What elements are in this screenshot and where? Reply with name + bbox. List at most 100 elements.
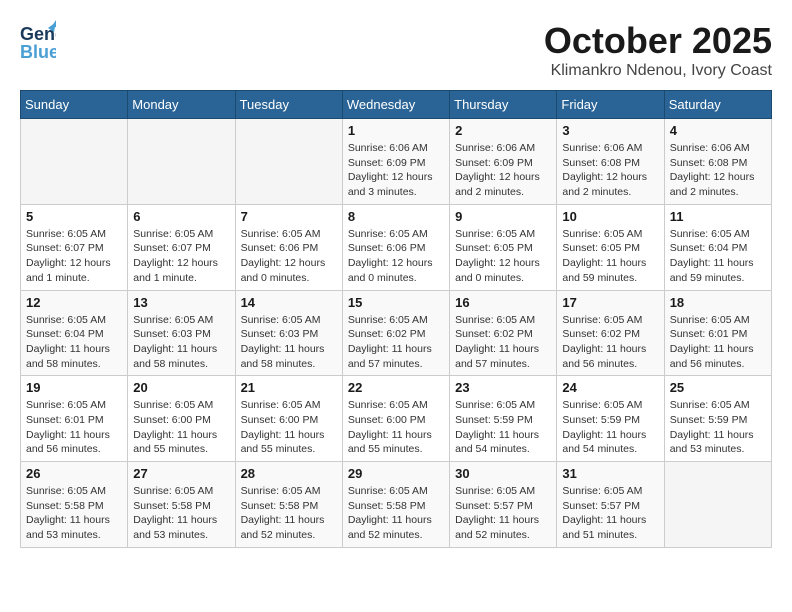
calendar-cell: 29 Sunrise: 6:05 AM Sunset: 5:58 PM Dayli… bbox=[342, 462, 449, 548]
calendar-cell: 24Sunrise: 6:05 AM Sunset: 5:59 PM Dayli… bbox=[557, 376, 664, 462]
day-number: 20 bbox=[133, 380, 229, 395]
subtitle: Klimankro Ndenou, Ivory Coast bbox=[544, 62, 772, 80]
title-area: October 2025 Klimankro Ndenou, Ivory Coa… bbox=[544, 20, 772, 80]
logo-icon: General Blue bbox=[20, 20, 56, 69]
day-number: 22 bbox=[348, 380, 444, 395]
day-number: 31 bbox=[562, 466, 658, 481]
week-row-3: 12Sunrise: 6:05 AM Sunset: 6:04 PM Dayli… bbox=[21, 290, 772, 376]
day-number: 10 bbox=[562, 209, 658, 224]
calendar-cell: 30 Sunrise: 6:05 AM Sunset: 5:57 PM Dayli… bbox=[450, 462, 557, 548]
calendar-cell: 12Sunrise: 6:05 AM Sunset: 6:04 PM Dayli… bbox=[21, 290, 128, 376]
week-row-5: 26 Sunrise: 6:05 AM Sunset: 5:58 PM Dayli… bbox=[21, 462, 772, 548]
day-number: 25 bbox=[670, 380, 766, 395]
calendar-cell: 17Sunrise: 6:05 AM Sunset: 6:02 PM Dayli… bbox=[557, 290, 664, 376]
day-number: 12 bbox=[26, 295, 122, 310]
day-info: Sunrise: 6:05 AM Sunset: 6:06 PM Dayligh… bbox=[241, 227, 337, 286]
day-info: Sunrise: 6:05 AM Sunset: 6:05 PM Dayligh… bbox=[455, 227, 551, 286]
weekday-header-tuesday: Tuesday bbox=[235, 91, 342, 119]
logo: General Blue bbox=[20, 20, 56, 69]
calendar-cell: 28 Sunrise: 6:05 AM Sunset: 5:58 PM Dayli… bbox=[235, 462, 342, 548]
svg-text:Blue: Blue bbox=[20, 42, 56, 62]
day-info: Sunrise: 6:05 AM Sunset: 5:57 PM Dayligh… bbox=[562, 484, 658, 543]
day-info: Sunrise: 6:05 AM Sunset: 6:01 PM Dayligh… bbox=[26, 398, 122, 457]
day-info: Sunrise: 6:05 AM Sunset: 6:02 PM Dayligh… bbox=[562, 313, 658, 372]
calendar-cell: 5Sunrise: 6:05 AM Sunset: 6:07 PM Daylig… bbox=[21, 204, 128, 290]
day-number: 18 bbox=[670, 295, 766, 310]
day-number: 27 bbox=[133, 466, 229, 481]
weekday-header-row: SundayMondayTuesdayWednesdayThursdayFrid… bbox=[21, 91, 772, 119]
day-number: 6 bbox=[133, 209, 229, 224]
week-row-1: 1 Sunrise: 6:06 AM Sunset: 6:09 PM Daylig… bbox=[21, 119, 772, 205]
day-info: Sunrise: 6:05 AM Sunset: 6:00 PM Dayligh… bbox=[133, 398, 229, 457]
day-info: Sunrise: 6:05 AM Sunset: 6:07 PM Dayligh… bbox=[26, 227, 122, 286]
day-info: Sunrise: 6:06 AM Sunset: 6:08 PM Dayligh… bbox=[670, 141, 766, 200]
day-number: 15 bbox=[348, 295, 444, 310]
day-number: 28 bbox=[241, 466, 337, 481]
day-info: Sunrise: 6:05 AM Sunset: 6:04 PM Dayligh… bbox=[670, 227, 766, 286]
calendar-cell: 2Sunrise: 6:06 AM Sunset: 6:09 PM Daylig… bbox=[450, 119, 557, 205]
calendar-cell: 6 Sunrise: 6:05 AM Sunset: 6:07 PM Daylig… bbox=[128, 204, 235, 290]
calendar-cell: 15 Sunrise: 6:05 AM Sunset: 6:02 PM Dayli… bbox=[342, 290, 449, 376]
day-info: Sunrise: 6:05 AM Sunset: 5:58 PM Dayligh… bbox=[133, 484, 229, 543]
weekday-header-monday: Monday bbox=[128, 91, 235, 119]
calendar-cell: 21 Sunrise: 6:05 AM Sunset: 6:00 PM Dayli… bbox=[235, 376, 342, 462]
calendar-cell: 31 Sunrise: 6:05 AM Sunset: 5:57 PM Dayli… bbox=[557, 462, 664, 548]
day-info: Sunrise: 6:05 AM Sunset: 5:58 PM Dayligh… bbox=[348, 484, 444, 543]
day-number: 26 bbox=[26, 466, 122, 481]
calendar-cell bbox=[664, 462, 771, 548]
day-info: Sunrise: 6:05 AM Sunset: 6:00 PM Dayligh… bbox=[241, 398, 337, 457]
calendar-cell: 7 Sunrise: 6:05 AM Sunset: 6:06 PM Daylig… bbox=[235, 204, 342, 290]
day-info: Sunrise: 6:05 AM Sunset: 6:07 PM Dayligh… bbox=[133, 227, 229, 286]
day-info: Sunrise: 6:06 AM Sunset: 6:08 PM Dayligh… bbox=[562, 141, 658, 200]
week-row-4: 19Sunrise: 6:05 AM Sunset: 6:01 PM Dayli… bbox=[21, 376, 772, 462]
day-info: Sunrise: 6:05 AM Sunset: 6:06 PM Dayligh… bbox=[348, 227, 444, 286]
calendar-cell: 13Sunrise: 6:05 AM Sunset: 6:03 PM Dayli… bbox=[128, 290, 235, 376]
calendar-cell: 19Sunrise: 6:05 AM Sunset: 6:01 PM Dayli… bbox=[21, 376, 128, 462]
day-number: 29 bbox=[348, 466, 444, 481]
calendar-cell: 23 Sunrise: 6:05 AM Sunset: 5:59 PM Dayli… bbox=[450, 376, 557, 462]
day-number: 7 bbox=[241, 209, 337, 224]
weekday-header-thursday: Thursday bbox=[450, 91, 557, 119]
day-number: 11 bbox=[670, 209, 766, 224]
calendar-cell: 9 Sunrise: 6:05 AM Sunset: 6:05 PM Daylig… bbox=[450, 204, 557, 290]
day-number: 30 bbox=[455, 466, 551, 481]
day-info: Sunrise: 6:05 AM Sunset: 6:02 PM Dayligh… bbox=[348, 313, 444, 372]
day-number: 14 bbox=[241, 295, 337, 310]
calendar-cell: 20 Sunrise: 6:05 AM Sunset: 6:00 PM Dayli… bbox=[128, 376, 235, 462]
calendar-cell: 1 Sunrise: 6:06 AM Sunset: 6:09 PM Daylig… bbox=[342, 119, 449, 205]
day-number: 3 bbox=[562, 123, 658, 138]
day-info: Sunrise: 6:05 AM Sunset: 6:00 PM Dayligh… bbox=[348, 398, 444, 457]
day-info: Sunrise: 6:05 AM Sunset: 5:59 PM Dayligh… bbox=[455, 398, 551, 457]
day-info: Sunrise: 6:05 AM Sunset: 6:02 PM Dayligh… bbox=[455, 313, 551, 372]
day-info: Sunrise: 6:05 AM Sunset: 6:03 PM Dayligh… bbox=[133, 313, 229, 372]
day-info: Sunrise: 6:05 AM Sunset: 6:03 PM Dayligh… bbox=[241, 313, 337, 372]
calendar-cell bbox=[235, 119, 342, 205]
calendar-cell: 26 Sunrise: 6:05 AM Sunset: 5:58 PM Dayli… bbox=[21, 462, 128, 548]
day-info: Sunrise: 6:05 AM Sunset: 5:58 PM Dayligh… bbox=[26, 484, 122, 543]
calendar-cell: 27 Sunrise: 6:05 AM Sunset: 5:58 PM Dayli… bbox=[128, 462, 235, 548]
day-info: Sunrise: 6:05 AM Sunset: 5:57 PM Dayligh… bbox=[455, 484, 551, 543]
day-info: Sunrise: 6:05 AM Sunset: 5:59 PM Dayligh… bbox=[562, 398, 658, 457]
calendar-cell: 4Sunrise: 6:06 AM Sunset: 6:08 PM Daylig… bbox=[664, 119, 771, 205]
calendar-cell: 22 Sunrise: 6:05 AM Sunset: 6:00 PM Dayli… bbox=[342, 376, 449, 462]
day-info: Sunrise: 6:06 AM Sunset: 6:09 PM Dayligh… bbox=[348, 141, 444, 200]
calendar-cell: 16 Sunrise: 6:05 AM Sunset: 6:02 PM Dayli… bbox=[450, 290, 557, 376]
calendar-cell bbox=[21, 119, 128, 205]
day-info: Sunrise: 6:05 AM Sunset: 6:05 PM Dayligh… bbox=[562, 227, 658, 286]
main-title: October 2025 bbox=[544, 20, 772, 62]
header: General Blue October 2025 Klimankro Nden… bbox=[20, 20, 772, 80]
calendar-cell: 10 Sunrise: 6:05 AM Sunset: 6:05 PM Dayli… bbox=[557, 204, 664, 290]
calendar-cell: 18Sunrise: 6:05 AM Sunset: 6:01 PM Dayli… bbox=[664, 290, 771, 376]
day-number: 1 bbox=[348, 123, 444, 138]
week-row-2: 5Sunrise: 6:05 AM Sunset: 6:07 PM Daylig… bbox=[21, 204, 772, 290]
weekday-header-wednesday: Wednesday bbox=[342, 91, 449, 119]
calendar-cell: 25 Sunrise: 6:05 AM Sunset: 5:59 PM Dayli… bbox=[664, 376, 771, 462]
day-info: Sunrise: 6:05 AM Sunset: 5:59 PM Dayligh… bbox=[670, 398, 766, 457]
day-number: 23 bbox=[455, 380, 551, 395]
day-number: 16 bbox=[455, 295, 551, 310]
calendar-cell: 14 Sunrise: 6:05 AM Sunset: 6:03 PM Dayli… bbox=[235, 290, 342, 376]
day-number: 9 bbox=[455, 209, 551, 224]
day-number: 21 bbox=[241, 380, 337, 395]
weekday-header-friday: Friday bbox=[557, 91, 664, 119]
day-info: Sunrise: 6:05 AM Sunset: 5:58 PM Dayligh… bbox=[241, 484, 337, 543]
